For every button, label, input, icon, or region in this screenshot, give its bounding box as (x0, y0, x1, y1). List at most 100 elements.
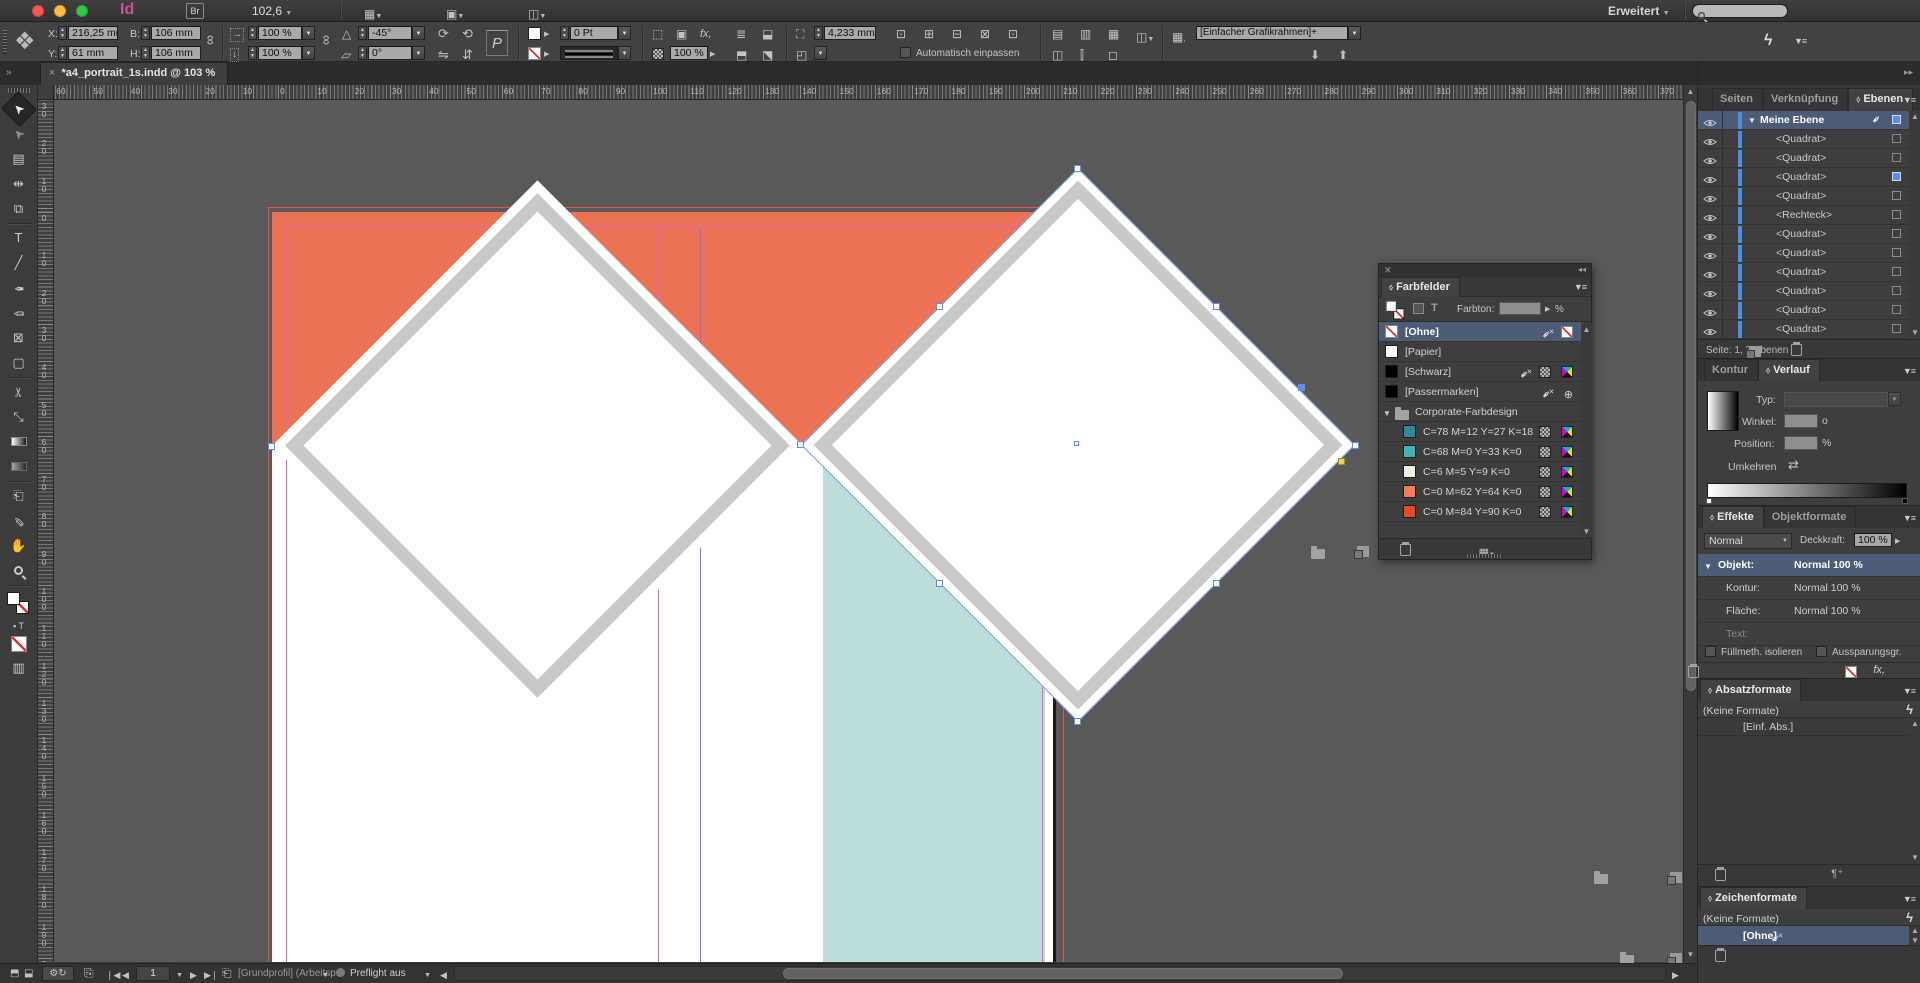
handle-bottom[interactable] (1074, 718, 1081, 725)
layer-item-row[interactable]: <Quadrat> (1698, 263, 1909, 282)
swatches-panel[interactable]: ✕ ◂◂ ⬨Farbfelder ▼≡ T Farbton: ▶ % [Ohne… (1378, 263, 1592, 560)
gradient-thumbnail[interactable] (1707, 391, 1739, 431)
para-delete-style-button[interactable] (1715, 869, 1726, 881)
item-selection-square[interactable] (1892, 229, 1901, 238)
eye-icon[interactable] (1703, 289, 1717, 299)
minimize-window-button[interactable] (54, 5, 66, 17)
knockout-group-checkbox[interactable] (1816, 646, 1827, 657)
effects-row[interactable]: ▼Objekt:Normal 100 % (1698, 554, 1920, 577)
last-page-button[interactable]: ▶❘ (204, 969, 218, 981)
handle-right[interactable] (1352, 442, 1359, 449)
align-left-button[interactable]: ▤ (1052, 28, 1063, 40)
layers-scroll-up[interactable]: ▲ (1909, 112, 1920, 122)
para-panel-menu-icon[interactable]: ▼≡ (1903, 686, 1915, 696)
tint-field[interactable]: 100 % (670, 46, 708, 60)
search-input[interactable] (1692, 4, 1788, 18)
constrain-scale-icon[interactable]: ∞ (321, 35, 333, 45)
item-selection-square[interactable] (1892, 210, 1901, 219)
scroll-down-arrow[interactable]: ▼ (1684, 950, 1697, 960)
layers-panel-menu-icon[interactable]: ▼≡ (1903, 95, 1915, 105)
swatch-row[interactable]: C=0 M=62 Y=64 K=0 (1379, 482, 1581, 502)
char-scroll-up[interactable]: ▲ (1909, 926, 1920, 936)
deckkraft-arrow[interactable]: ▶ (1895, 536, 1900, 548)
tab-absatzformate[interactable]: ⬨Absatzformate (1700, 679, 1801, 702)
delete-effect-button[interactable] (1688, 666, 1699, 678)
object-style-grid-button[interactable]: ▦, (1172, 28, 1185, 46)
fit-proportionally-button[interactable]: ⊠ (980, 28, 990, 40)
note-tool[interactable]: ⎗ (6, 484, 32, 508)
reverse-gradient-icon[interactable]: ⇄ (1788, 459, 1799, 471)
swatch-row[interactable]: ▼Corporate-Farbdesign (1379, 402, 1581, 422)
horizontal-scrollbar[interactable] (454, 966, 1666, 981)
rotation-stepper[interactable]: ▲▼ (358, 26, 367, 40)
y-stepper[interactable]: ▲▼ (58, 46, 67, 60)
layer-disclosure-icon[interactable]: ▼ (1748, 116, 1756, 125)
reference-point-proxy[interactable]: ❖ (14, 29, 36, 55)
tab-verlauf[interactable]: ⬨Verlauf (1758, 359, 1820, 382)
swatches-scroll-up[interactable]: ▲ (1581, 325, 1592, 335)
distribute-bottom-button[interactable]: ◻ (1108, 49, 1118, 61)
layers-scroll-down[interactable]: ▼ (1909, 328, 1920, 338)
hand-tool[interactable]: ✋ (6, 534, 32, 558)
layer-item-row[interactable]: <Quadrat> (1698, 187, 1909, 206)
item-selection-square[interactable] (1892, 305, 1901, 314)
corner-options-icon[interactable]: ⛶ (796, 28, 804, 40)
tab-objektformate[interactable]: Objektformate (1764, 506, 1857, 529)
textwrap-around-button[interactable]: ⬓ (762, 28, 773, 40)
rotation-field[interactable]: -45° (368, 26, 412, 40)
bridge-button[interactable]: Br (186, 3, 204, 19)
swatches-title-tab[interactable]: ⬨Farbfelder (1381, 277, 1460, 297)
textwrap-none-button[interactable]: ≣ (736, 28, 746, 40)
vertical-scroll-thumb[interactable] (1686, 101, 1696, 691)
fill-dropdown-arrow[interactable]: ▶ (544, 29, 549, 41)
stroke-dropdown-arrow[interactable]: ▶ (544, 49, 549, 61)
para-scroll-down[interactable]: ▼ (1909, 853, 1920, 863)
constrain-dimensions-icon[interactable]: ∞ (205, 35, 217, 45)
stroke-weight-dropdown[interactable]: ▼ (618, 26, 631, 40)
formatting-container-toggle[interactable] (1413, 303, 1424, 314)
next-page-button[interactable]: ▶ (190, 969, 197, 981)
layers-scrollbar[interactable]: ▲ ▼ (1909, 111, 1920, 339)
autofit-checkbox[interactable] (900, 47, 911, 58)
scroll-up-arrow[interactable]: ▲ (1684, 87, 1697, 97)
layer-item-row[interactable]: <Quadrat> (1698, 320, 1909, 339)
gradient-feather-tool[interactable] (6, 455, 32, 479)
layer-item-row[interactable]: <Quadrat> (1698, 168, 1909, 187)
tab-verknuepfung[interactable]: Verknüpfung (1763, 88, 1848, 111)
para-new-style-button[interactable] (1670, 872, 1682, 883)
layer-item-row[interactable]: <Quadrat> (1698, 282, 1909, 301)
distribute-menu-button[interactable]: ◫▼ (1136, 28, 1154, 46)
farbton-arrow[interactable]: ▶ (1545, 304, 1550, 316)
tab-kontur[interactable]: Kontur (1704, 359, 1758, 382)
first-page-button[interactable]: ❘◀ (106, 969, 120, 981)
rectangle-tool[interactable]: ▢ (6, 351, 32, 375)
effects-row[interactable]: Text: (1698, 623, 1920, 646)
distribute-center-button[interactable]: ⫿ (1080, 49, 1084, 61)
flip-horizontal-button[interactable]: ⇋ (438, 49, 449, 61)
item-selection-square[interactable] (1892, 134, 1901, 143)
eye-icon[interactable] (1703, 232, 1717, 242)
align-center-button[interactable]: ▥ (1080, 28, 1091, 40)
fill-stroke-proxy[interactable] (7, 592, 29, 614)
object-style-dropdown[interactable]: [Einfacher Grafikrahmen]+ (1196, 26, 1348, 40)
shadow-square-icon[interactable]: ▣ (676, 28, 687, 40)
previous-page-button[interactable]: ◀ (122, 969, 129, 981)
new-swatch-group-button[interactable] (1311, 549, 1325, 559)
swatch-views-button[interactable]: ▦▼ (1479, 543, 1495, 561)
para-new-group-button[interactable] (1594, 874, 1608, 884)
layer-row-meine-ebene[interactable]: ▼Meine Ebene✒ (1698, 111, 1909, 130)
fit-content-to-frame-button[interactable]: ⊞ (924, 28, 934, 40)
close-document-icon[interactable]: × (49, 67, 55, 79)
scale-y-dropdown[interactable]: ▼ (302, 46, 315, 60)
gradient-panel-menu-icon[interactable]: ▼≡ (1903, 366, 1915, 376)
screen-mode-menu[interactable]: ▣▼ (446, 5, 464, 23)
frame-tool[interactable]: ⊠ (6, 326, 32, 350)
char-scroll-steppers[interactable]: ▲ ▼ (1909, 926, 1920, 945)
para-style-item[interactable]: [Einf. Abs.] (1698, 718, 1909, 736)
corner-shape-icon[interactable]: ◰ (796, 49, 807, 61)
clear-effects-button[interactable] (1845, 666, 1857, 678)
effects-row[interactable]: Kontur:Normal 100 % (1698, 577, 1920, 600)
char-panel-menu-icon[interactable]: ▼≡ (1903, 894, 1915, 904)
corner-editor-handle[interactable] (1338, 458, 1345, 465)
textwrap-object-button[interactable]: ⬔ (762, 49, 773, 61)
